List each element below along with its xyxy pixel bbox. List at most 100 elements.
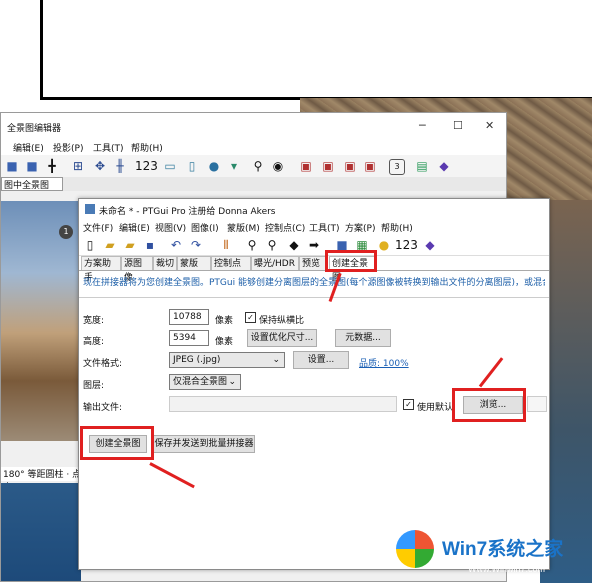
- close-icon[interactable]: ✕: [485, 119, 494, 132]
- zoom-icon[interactable]: ⚲: [251, 159, 265, 173]
- lightbulb-icon[interactable]: ●: [377, 238, 391, 252]
- undo-icon[interactable]: ↶: [169, 238, 183, 252]
- add-images-icon[interactable]: ▰: [123, 238, 137, 252]
- quality-link[interactable]: 品质: 100%: [359, 356, 409, 369]
- arrow-left-icon[interactable]: ◆: [287, 238, 301, 252]
- dropdown-arrow-icon[interactable]: ▾: [227, 159, 241, 173]
- ptgui-toolbar: ▯ ▰ ▰ ▪ ↶ ↷ ⫴ ⚲ ⚲ ◆ ➡ ■ ▦ ● 123 ◆: [79, 235, 549, 256]
- ptgui-titlebar: 未命名 * - PTGui Pro 注册给 Donna Akers: [79, 199, 549, 219]
- editor-titlebar: 全景图编辑器 ─ ☐ ✕: [1, 113, 506, 139]
- editor-status: 180° 等距圆柱 · 点击: [1, 467, 83, 493]
- editor-toolbar: ■ ■ ╋ ⊞ ✥ ╫ 123 ▭ ▯ ● ▾ ⚲ ◉ ▣ ▣ ▣ ▣ 3 ▤ …: [1, 155, 506, 178]
- align-images-icon[interactable]: ⫴: [219, 238, 233, 252]
- editor-menu-edit[interactable]: 编辑(E): [13, 141, 44, 154]
- output-file-input[interactable]: [169, 396, 397, 412]
- panorama-lower: [1, 483, 81, 581]
- image-red-icon-3[interactable]: ▣: [343, 159, 357, 173]
- site-watermark: Win7系统之家 Www.Winwin7.com: [396, 522, 592, 583]
- menu-help[interactable]: 帮助(H): [381, 221, 413, 234]
- width-input[interactable]: 10788: [169, 309, 209, 325]
- images-icon[interactable]: ■: [25, 159, 39, 173]
- editor-tabstrip: 图中全景图: [1, 177, 506, 191]
- keep-ratio-checkbox[interactable]: ✓: [245, 312, 256, 323]
- grid-icon[interactable]: ⊞: [71, 159, 85, 173]
- cylinder-icon[interactable]: ▯: [185, 159, 199, 173]
- sphere-icon[interactable]: ●: [207, 159, 221, 173]
- layers-label: 图层:: [83, 381, 105, 391]
- tab-crop[interactable]: 裁切: [153, 256, 177, 270]
- layers-select[interactable]: 仅混合全景图 ⌄: [169, 374, 241, 390]
- new-file-icon[interactable]: ▯: [83, 238, 97, 252]
- tab-source-images[interactable]: 源图像: [121, 256, 153, 283]
- watermark-url: Www.Winwin7.com: [468, 564, 546, 574]
- tab-exposure-hdr[interactable]: 曝光/HDR: [251, 256, 299, 270]
- windows-logo-icon: [396, 530, 434, 568]
- highlight-create-tab: [325, 250, 377, 272]
- layers-icon[interactable]: ■: [5, 159, 19, 173]
- book-icon[interactable]: ◆: [423, 238, 437, 252]
- tab-control-points[interactable]: 控制点: [211, 256, 251, 270]
- file-format-select[interactable]: JPEG (.jpg) ⌄: [169, 352, 285, 368]
- use-default-label: 使用默认: [417, 403, 454, 413]
- align-icon[interactable]: ╫: [113, 159, 127, 173]
- open-folder-icon[interactable]: ▰: [103, 238, 117, 252]
- editor-menu-help[interactable]: 帮助(H): [131, 141, 163, 154]
- redo-icon[interactable]: ↷: [189, 238, 203, 252]
- numbers-icon[interactable]: 123: [135, 159, 158, 173]
- width-label: 宽度:: [83, 316, 105, 326]
- flat-projection-icon[interactable]: ▭: [163, 159, 177, 173]
- image-number-badge: 1: [59, 225, 73, 239]
- tab-project-assistant[interactable]: 方案助手: [81, 256, 121, 283]
- menu-tools[interactable]: 工具(T): [309, 221, 340, 234]
- menu-view[interactable]: 视图(V): [155, 221, 186, 234]
- tab-preview[interactable]: 预览: [299, 256, 327, 270]
- editor-menu-tools[interactable]: 工具(T): [93, 141, 124, 154]
- layers-value: 仅混合全景图: [173, 377, 228, 387]
- image-red-icon-2[interactable]: ▣: [321, 159, 335, 173]
- numbers-icon[interactable]: 123: [395, 238, 418, 252]
- frame-border: [40, 0, 592, 100]
- width-unit: 像素: [215, 316, 234, 326]
- menu-file[interactable]: 文件(F): [83, 221, 113, 234]
- image-red-icon[interactable]: ▣: [299, 159, 313, 173]
- minimize-icon[interactable]: ─: [419, 119, 426, 132]
- zoom-out-icon[interactable]: ⚲: [265, 238, 279, 252]
- format-settings-button[interactable]: 设置...: [293, 351, 349, 369]
- save-send-batch-button[interactable]: 保存并发送到批量拼接器: [153, 435, 255, 453]
- optimize-size-button[interactable]: 设置优化尺寸...: [247, 329, 317, 347]
- tab-mask[interactable]: 蒙版: [177, 256, 211, 270]
- ptgui-title: 未命名 * - PTGui Pro 注册给 Donna Akers: [99, 207, 276, 217]
- menu-image[interactable]: 图像(I): [191, 221, 219, 234]
- ptgui-tabs: 方案助手 源图像 裁切 蒙版 控制点 曝光/HDR 预览 创建全景图: [79, 256, 549, 283]
- menu-control-points[interactable]: 控制点(C): [265, 221, 305, 234]
- editor-tab[interactable]: 图中全景图: [1, 177, 63, 191]
- highlight-browse: [452, 388, 526, 422]
- window-icon[interactable]: ▤: [415, 159, 429, 173]
- zoom-in-icon[interactable]: ⚲: [245, 238, 259, 252]
- arrow-right-icon[interactable]: ➡: [307, 238, 321, 252]
- file-format-label: 文件格式:: [83, 359, 123, 369]
- ptgui-menubar: 文件(F) 编辑(E) 视图(V) 图像(I) 蒙版(M) 控制点(C) 工具(…: [79, 219, 549, 235]
- height-input[interactable]: 5394: [169, 330, 209, 346]
- use-default-checkbox[interactable]: ✓: [403, 399, 414, 410]
- maximize-icon[interactable]: ☐: [453, 119, 463, 132]
- editor-title: 全景图编辑器: [7, 124, 62, 134]
- move-icon[interactable]: ✥: [93, 159, 107, 173]
- divider: [79, 297, 549, 298]
- image-red-icon-4[interactable]: ▣: [363, 159, 377, 173]
- book-icon[interactable]: ◆: [437, 159, 451, 173]
- editor-menu-projection[interactable]: 投影(P): [53, 141, 83, 154]
- menu-mask[interactable]: 蒙版(M): [227, 221, 260, 234]
- count-badge-icon[interactable]: 3: [389, 159, 405, 175]
- eye-icon[interactable]: ◉: [271, 159, 285, 173]
- metadata-button[interactable]: 元数据...: [335, 329, 391, 347]
- crosshair-icon[interactable]: ╋: [45, 159, 59, 173]
- menu-edit[interactable]: 编辑(E): [119, 221, 150, 234]
- background-frame: [40, 0, 592, 100]
- editor-menubar: 编辑(E) 投影(P) 工具(T) 帮助(H): [1, 139, 506, 155]
- menu-project[interactable]: 方案(P): [345, 221, 375, 234]
- file-format-value: JPEG (.jpg): [173, 355, 221, 365]
- save-icon[interactable]: ▪: [143, 238, 157, 252]
- output-extra-field: [527, 396, 547, 412]
- watermark-brand: Win7系统之家: [442, 539, 564, 560]
